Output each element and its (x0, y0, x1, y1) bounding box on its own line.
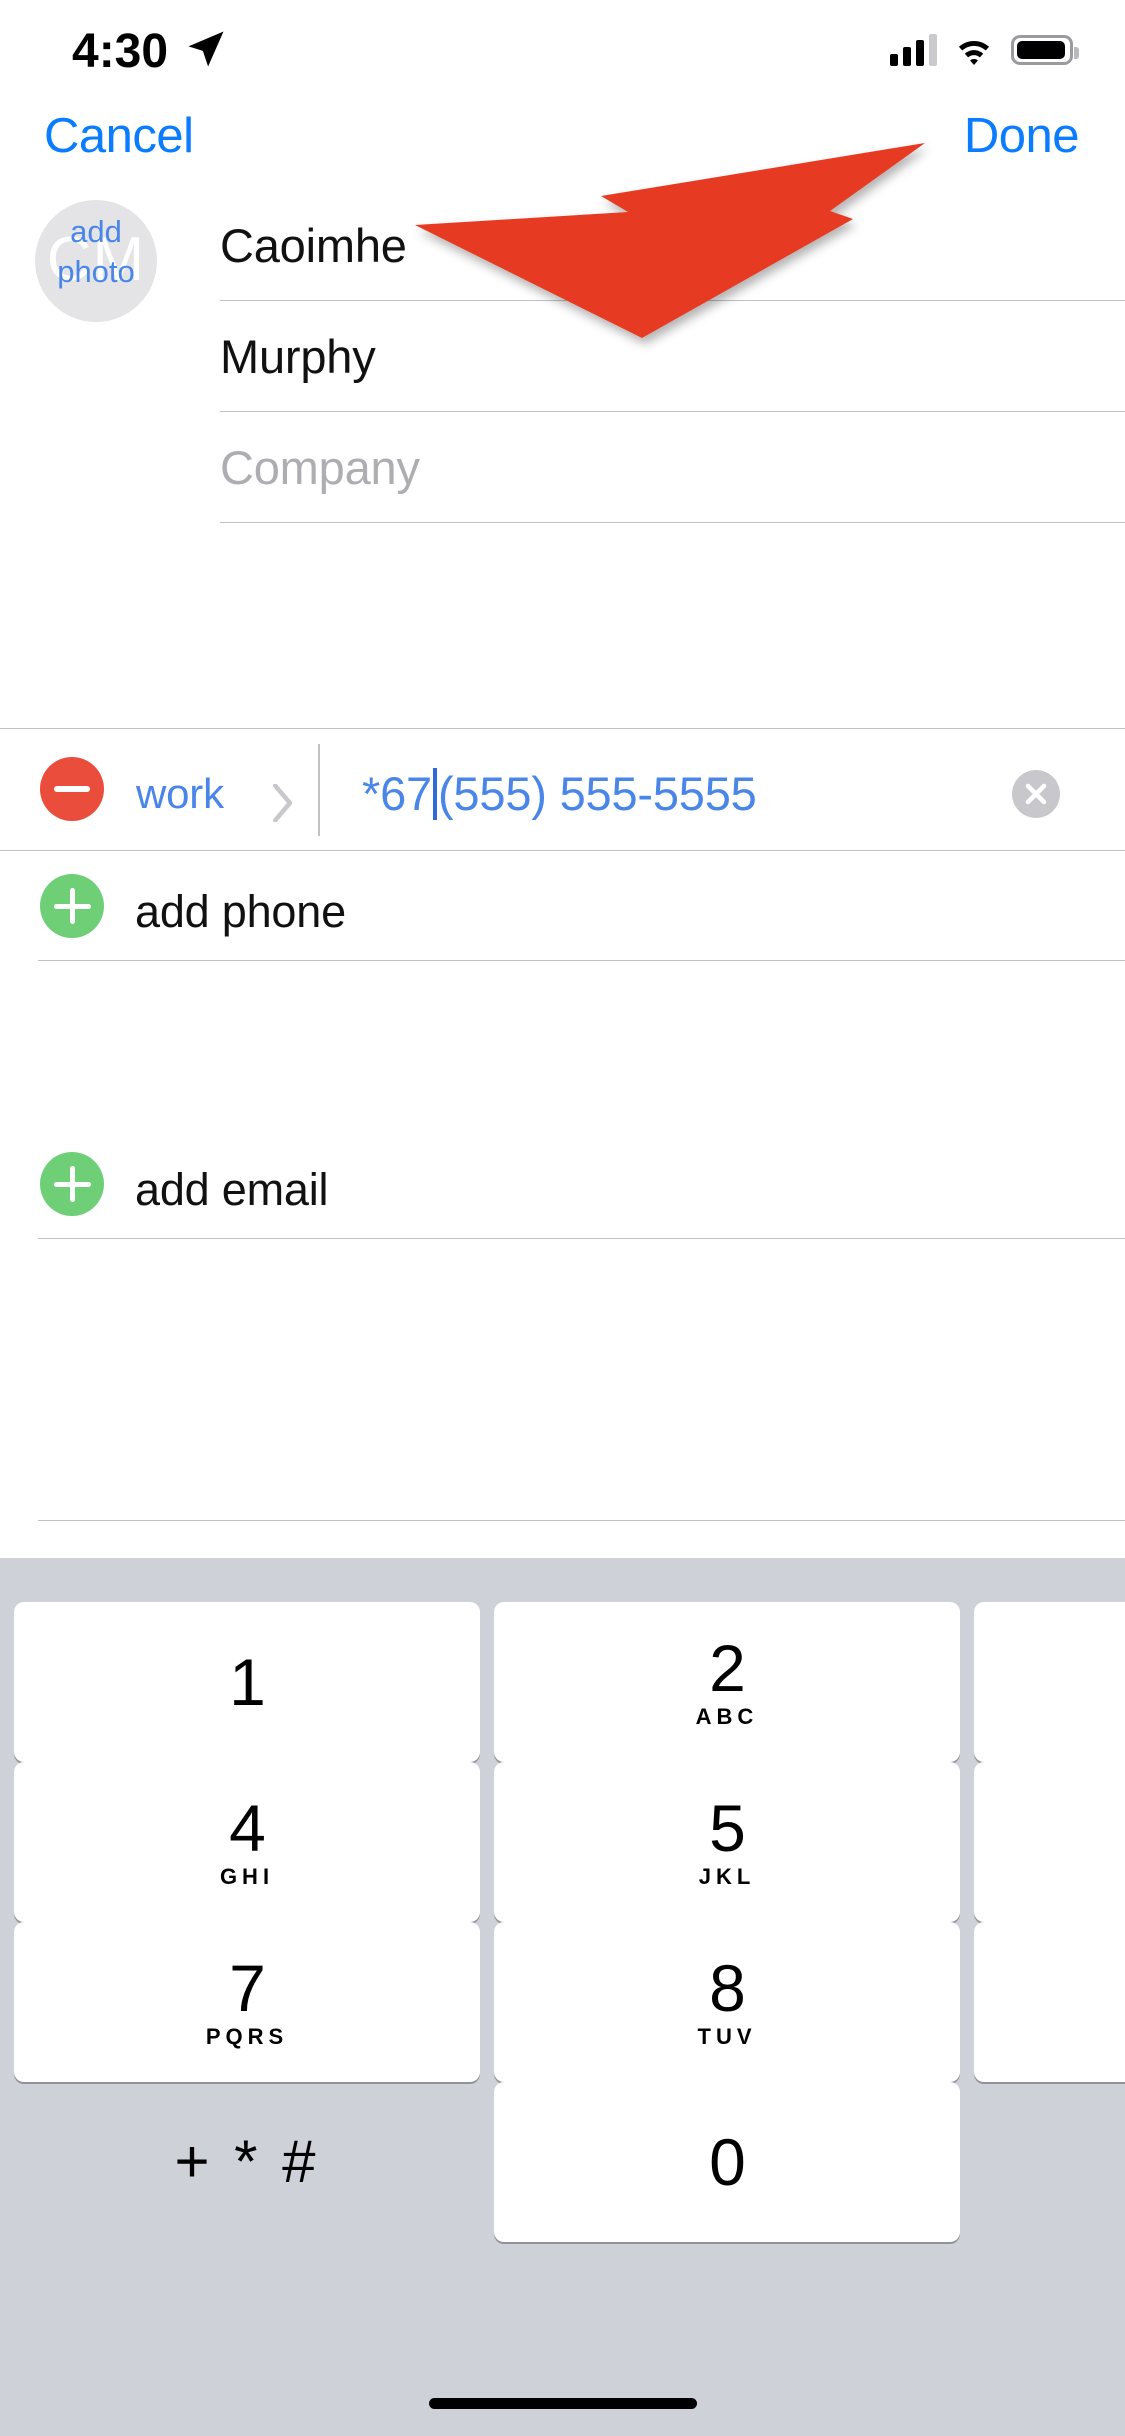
battery-full-icon (1011, 35, 1079, 65)
add-photo-label: add photo (57, 214, 135, 289)
key-9[interactable]: 9 WXYZ (974, 1922, 1125, 2082)
key-6[interactable]: 6 MNO (974, 1762, 1125, 1922)
section-divider-top (0, 728, 1125, 729)
add-phone-label: add phone (135, 886, 346, 937)
key-0-number: 0 (709, 2125, 746, 2199)
backspace-icon[interactable] (974, 2082, 1125, 2242)
wifi-icon (958, 41, 990, 66)
company-placeholder: Company (220, 440, 420, 494)
key-1[interactable]: 1 (14, 1602, 480, 1762)
first-name-value: Caoimhe (220, 218, 407, 272)
plus-circle-icon[interactable] (40, 1152, 104, 1216)
numeric-keypad: 1 2 ABC 3 DEF 4 GHI 5 JKL 6 MNO (0, 1558, 1125, 2436)
phone-prefix: *67 (362, 767, 432, 820)
key-5-number: 5 (709, 1791, 746, 1865)
key-2[interactable]: 2 ABC (494, 1602, 960, 1762)
location-arrow-icon (188, 31, 224, 67)
phone-number-row: work *67 (555) 555-5555 (0, 730, 1125, 850)
add-email-label: add email (135, 1164, 329, 1215)
key-symbols-label: + * # (174, 2128, 320, 2195)
key-2-letters: ABC (695, 1704, 759, 1729)
key-symbols[interactable]: + * # (14, 2082, 480, 2242)
status-bar: 4:30 (0, 0, 1125, 100)
key-7-letters: PQRS (205, 2024, 289, 2049)
cellular-signal-icon (890, 34, 937, 66)
key-4-number: 4 (229, 1791, 266, 1865)
key-0[interactable]: 0 (494, 2082, 960, 2242)
chevron-right-icon[interactable] (272, 784, 294, 822)
add-email-row[interactable]: add email (0, 1128, 1125, 1238)
add-email-divider (38, 1238, 1125, 1239)
key-8[interactable]: 8 TUV (494, 1922, 960, 2082)
first-name-field[interactable]: Caoimhe (220, 190, 1125, 301)
text-cursor (432, 768, 437, 820)
last-name-value: Murphy (220, 329, 376, 383)
key-8-letters: TUV (697, 2024, 757, 2049)
clear-circle-icon[interactable] (1012, 770, 1060, 818)
home-indicator (428, 2398, 697, 2409)
key-8-number: 8 (709, 1951, 746, 2025)
key-4-letters: GHI (219, 1864, 275, 1889)
company-field[interactable]: Company (220, 412, 1125, 523)
add-phone-divider (38, 960, 1125, 961)
name-fields: Caoimhe Murphy Company (220, 190, 1125, 523)
key-2-number: 2 (709, 1631, 746, 1705)
status-bar-indicators (890, 28, 1079, 72)
add-photo-avatar[interactable]: CM add photo (35, 200, 157, 322)
ringtone-divider (38, 1520, 1125, 1521)
done-button[interactable]: Done (964, 108, 1080, 164)
key-5[interactable]: 5 JKL (494, 1762, 960, 1922)
contact-name-section: CM add photo Caoimhe Murphy Company (0, 200, 1125, 523)
key-3[interactable]: 3 DEF (974, 1602, 1125, 1762)
add-phone-row[interactable]: add phone (0, 850, 1125, 960)
key-7-number: 7 (229, 1951, 266, 2025)
plus-circle-icon[interactable] (40, 874, 104, 938)
phone-row-divider (318, 744, 320, 836)
key-1-number: 1 (229, 1645, 266, 1719)
minus-circle-icon[interactable] (40, 757, 104, 821)
key-4[interactable]: 4 GHI (14, 1762, 480, 1922)
phone-label[interactable]: work (136, 770, 224, 818)
status-bar-time: 4:30 (72, 25, 169, 78)
last-name-field[interactable]: Murphy (220, 301, 1125, 412)
navigation-bar: Cancel Done (0, 100, 1125, 190)
iphone-contact-edit-screen: 4:30 Cancel Done CM add photo Caoimhe Mu… (0, 0, 1125, 2436)
cancel-button[interactable]: Cancel (44, 108, 194, 164)
key-5-letters: JKL (698, 1864, 756, 1889)
phone-number-input[interactable]: *67 (555) 555-5555 (362, 766, 757, 821)
phone-rest: (555) 555-5555 (437, 767, 757, 820)
key-7[interactable]: 7 PQRS (14, 1922, 480, 2082)
